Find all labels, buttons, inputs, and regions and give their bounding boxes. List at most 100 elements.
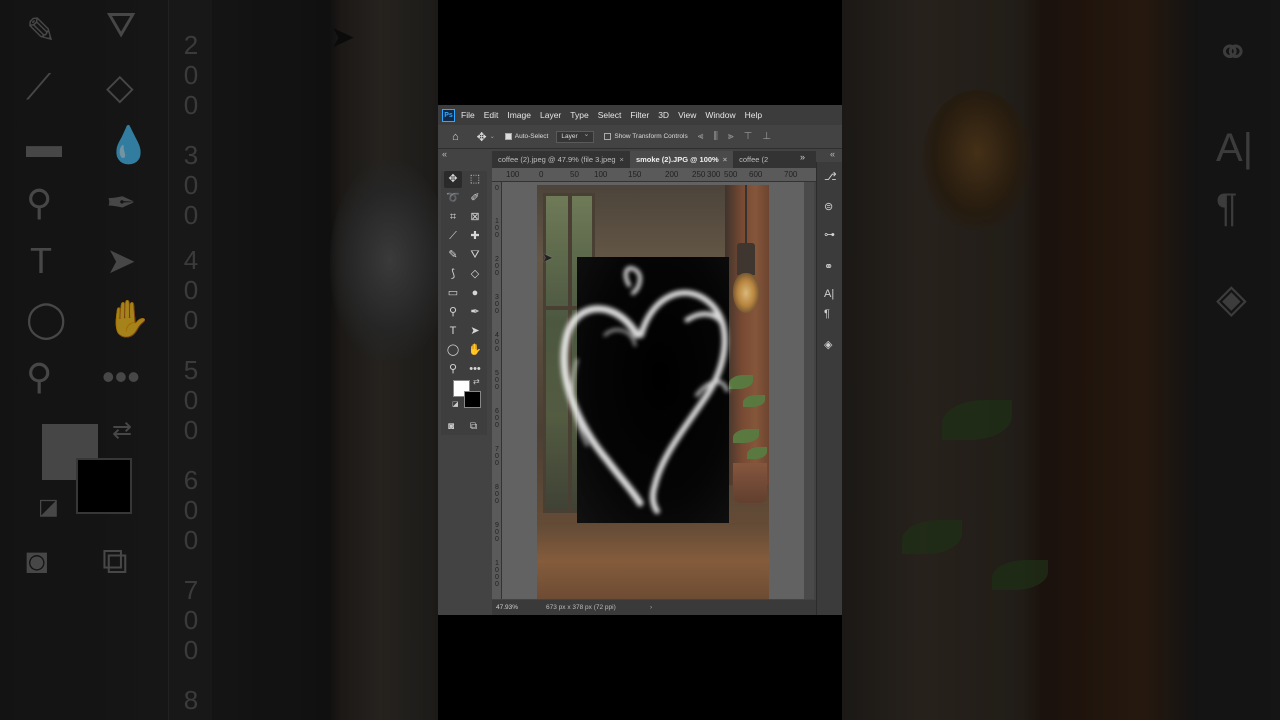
ruler-tick-label: 250 xyxy=(692,170,706,179)
ruler-tick-label: 5 0 0 xyxy=(495,370,499,391)
blurred-backdrop-left: ✎ ⛛ ⟋ ◇ ▬ 💧 ⚲ ✒ T ➤ ◯ ✋ ⚲ ••• ⇄ ◪ ◙ ⧉ 2 … xyxy=(0,0,438,720)
ruler-tick-label: 9 0 0 xyxy=(495,522,499,543)
tools-panel: ✥ ⬚ ➰ ✐ ⌗ ⊠ ⟋ ✚ ✎ ⛛ ⟆ ◇ ▭ ● ⚲ ✒ T ➤ ◯ ✋ … xyxy=(441,171,487,435)
tab-label: smoke (2).JPG @ 100% xyxy=(635,155,719,164)
menu-view[interactable]: View xyxy=(678,110,696,120)
eraser-tool-icon[interactable]: ◇ xyxy=(466,266,484,283)
document-dimensions: 673 px x 378 px (72 ppi) xyxy=(546,604,616,611)
photoshop-window: Ps File Edit Image Layer Type Select Fil… xyxy=(438,105,842,615)
type-tool-icon[interactable]: T xyxy=(444,323,462,340)
tab-coffee-2[interactable]: coffee (2 xyxy=(733,151,774,168)
background-color-swatch[interactable] xyxy=(464,391,481,408)
vertical-scrollbar[interactable] xyxy=(804,182,814,599)
menu-bar: Ps File Edit Image Layer Type Select Fil… xyxy=(438,105,842,125)
menu-type[interactable]: Type xyxy=(570,110,588,120)
ruler-tick-label: 0 xyxy=(495,185,499,192)
ruler-tick-label: 3 0 0 xyxy=(495,294,499,315)
tab-label: coffee (2).jpeg @ 47.9% (file 3.jpeg xyxy=(498,155,616,164)
align-left-icon[interactable]: ⫷ xyxy=(698,131,704,142)
close-icon[interactable]: × xyxy=(723,155,727,164)
history-panel-icon[interactable]: ⎇ xyxy=(824,170,837,183)
properties-panel-icon[interactable]: ⊶ xyxy=(824,228,835,241)
paragraph-panel-icon[interactable]: ¶ xyxy=(824,308,830,320)
close-icon[interactable]: × xyxy=(620,155,624,164)
clone-stamp-tool-icon[interactable]: ⛛ xyxy=(466,247,484,264)
chevron-down-icon[interactable]: ⌄ xyxy=(490,133,495,140)
menu-file[interactable]: File xyxy=(461,110,475,120)
hand-tool-icon[interactable]: ✋ xyxy=(466,342,484,359)
more-tools-icon[interactable]: ••• xyxy=(466,361,484,378)
adjustments-panel-icon[interactable]: ⊜ xyxy=(824,200,833,213)
more-tabs-icon[interactable]: » xyxy=(800,152,805,162)
bg-shade xyxy=(842,0,1280,720)
quick-selection-tool-icon[interactable]: ✐ xyxy=(466,190,484,207)
zoom-level[interactable]: 47.93% xyxy=(496,600,518,615)
tab-coffee-jpeg[interactable]: coffee (2).jpeg @ 47.9% (file 3.jpeg × xyxy=(492,151,630,168)
lasso-tool-icon[interactable]: ➰ xyxy=(444,190,462,207)
ruler-tick-label: 8 0 0 xyxy=(495,484,499,505)
menu-window[interactable]: Window xyxy=(705,110,735,120)
move-tool-preset-icon[interactable]: ✥ xyxy=(477,130,487,144)
crop-tool-icon[interactable]: ⌗ xyxy=(444,209,462,226)
path-selection-tool-icon[interactable]: ➤ xyxy=(466,323,484,340)
align-center-icon[interactable]: ⫼ xyxy=(713,131,718,142)
tab-label: coffee (2 xyxy=(739,155,769,164)
ruler-tick-label: 50 xyxy=(570,170,579,179)
history-brush-tool-icon[interactable]: ⟆ xyxy=(444,266,462,283)
move-tool-icon[interactable]: ✥ xyxy=(444,171,462,188)
menu-image[interactable]: Image xyxy=(507,110,531,120)
screen-mode-icon[interactable]: ⧉ xyxy=(470,421,477,432)
options-bar: ⌂ ✥ ⌄ Auto-Select Layer Show Transform C… xyxy=(438,125,842,149)
blurred-backdrop-right: ⚭ A| ¶ ◈ xyxy=(842,0,1280,720)
menu-help[interactable]: Help xyxy=(745,110,762,120)
menu-3d[interactable]: 3D xyxy=(658,110,669,120)
show-transform-controls-checkbox[interactable] xyxy=(604,133,612,140)
healing-brush-tool-icon[interactable]: ✚ xyxy=(466,228,484,245)
align-right-icon[interactable]: ⫸ xyxy=(728,131,734,142)
frame-tool-icon[interactable]: ⊠ xyxy=(466,209,484,226)
menu-select[interactable]: Select xyxy=(598,110,622,120)
menu-layer[interactable]: Layer xyxy=(540,110,561,120)
auto-select-checkbox[interactable] xyxy=(504,133,512,140)
home-icon[interactable]: ⌂ xyxy=(452,131,459,143)
character-panel-icon[interactable]: A| xyxy=(824,288,834,300)
dodge-tool-icon[interactable]: ⚲ xyxy=(444,304,462,321)
quick-mask-icon[interactable]: ◙ xyxy=(448,421,454,432)
layers-panel-icon[interactable]: ◈ xyxy=(824,338,832,351)
show-transform-controls-label: Show Transform Controls xyxy=(614,133,688,140)
vertical-ruler: 0 1 0 0 2 0 0 3 0 0 4 0 0 5 0 0 6 0 0 7 … xyxy=(492,182,502,599)
photoshop-logo: Ps xyxy=(442,108,455,122)
zoom-tool-icon[interactable]: ⚲ xyxy=(444,361,462,378)
align-top-icon[interactable]: ⊤ xyxy=(744,131,753,142)
horizontal-ruler: 100 0 50 100 150 200 250 300 500 600 700 xyxy=(492,168,816,182)
ruler-tick-label: 150 xyxy=(628,170,642,179)
brush-tool-icon[interactable]: ✎ xyxy=(444,247,462,264)
ruler-tick-label: 6 0 0 xyxy=(495,408,499,429)
eyedropper-tool-icon[interactable]: ⟋ xyxy=(444,228,462,245)
document-canvas[interactable] xyxy=(537,185,769,599)
right-panel-dock: ⎇ ⊜ ⊶ ⚭ A| ¶ ◈ xyxy=(816,162,842,615)
menu-edit[interactable]: Edit xyxy=(484,110,499,120)
auto-select-target-dropdown[interactable]: Layer xyxy=(556,130,595,143)
ruler-tick-label: 0 xyxy=(539,170,544,179)
smoke-heart xyxy=(560,266,729,514)
ruler-tick-label: 300 xyxy=(707,170,721,179)
default-colors-icon[interactable]: ◪ xyxy=(452,400,459,408)
ellipse-tool-icon[interactable]: ◯ xyxy=(444,342,462,359)
chevron-right-icon[interactable]: › xyxy=(650,600,652,615)
pen-tool-icon[interactable]: ✒ xyxy=(466,304,484,321)
menu-filter[interactable]: Filter xyxy=(630,110,649,120)
auto-select-label: Auto-Select xyxy=(514,133,549,140)
libraries-panel-icon[interactable]: ⚭ xyxy=(824,260,833,273)
align-middle-icon[interactable]: ⊥ xyxy=(762,131,771,142)
gradient-tool-icon[interactable]: ▭ xyxy=(444,285,462,302)
blur-tool-icon[interactable]: ● xyxy=(466,285,484,302)
mouse-cursor-icon: ➤ xyxy=(542,250,553,265)
ruler-tick-label: 100 xyxy=(594,170,608,179)
marquee-tool-icon[interactable]: ⬚ xyxy=(466,171,484,188)
tab-smoke-jpg[interactable]: smoke (2).JPG @ 100% × xyxy=(629,151,734,168)
swap-colors-icon[interactable]: ⇄ xyxy=(473,377,480,386)
collapse-toolbar-icon[interactable]: « xyxy=(442,149,447,159)
ruler-tick-label: 100 xyxy=(506,170,520,179)
collapse-panels-icon[interactable]: « xyxy=(830,149,835,159)
